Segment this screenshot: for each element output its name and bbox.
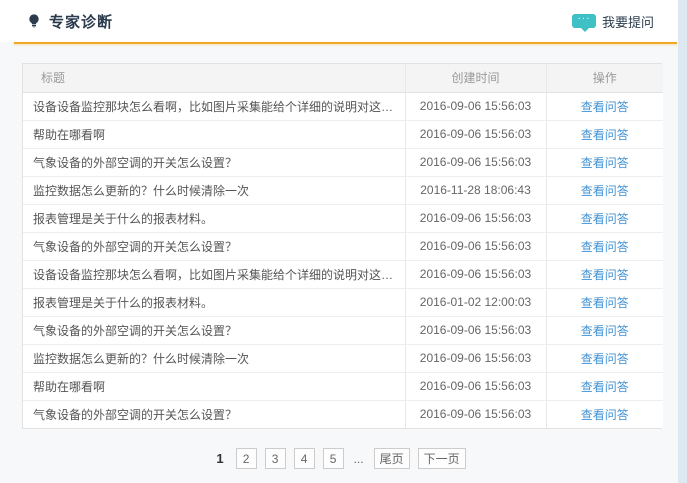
pagination-pages: 2345: [236, 448, 344, 469]
row-title: 设备设备监控那块怎么看啊，比如图片采集能给个详细的说明对这块不是很懂...: [23, 92, 405, 120]
table-row: 设备设备监控那块怎么看啊，比如图片采集能给个详细的说明对这块不是很懂... 20…: [23, 260, 663, 288]
accent-divider: [14, 42, 677, 44]
table-row: 气象设备的外部空调的开关怎么设置？ 2016-09-06 15:56:03 查看…: [23, 148, 663, 176]
table-row: 气象设备的外部空调的开关怎么设置？ 2016-09-06 15:56:03 查看…: [23, 316, 663, 344]
view-qa-link[interactable]: 查看问答: [581, 408, 629, 422]
table-row: 报表管理是关于什么的报表材料。 2016-09-06 15:56:03 查看问答: [23, 204, 663, 232]
pagination-ellipsis: ...: [352, 452, 366, 466]
ask-question-label: 我要提问: [602, 12, 654, 31]
table-body: 设备设备监控那块怎么看啊，比如图片采集能给个详细的说明对这块不是很懂... 20…: [23, 92, 663, 428]
pagination-page-button[interactable]: 5: [323, 448, 344, 469]
row-created-time: 2016-09-06 15:56:03: [405, 120, 546, 148]
lightbulb-icon: [26, 13, 42, 29]
view-qa-link[interactable]: 查看问答: [581, 128, 629, 142]
pagination-page-button[interactable]: 2: [236, 448, 257, 469]
column-header-title: 标题: [23, 64, 405, 92]
row-title: 帮助在哪看啊: [23, 372, 405, 400]
view-qa-link[interactable]: 查看问答: [581, 100, 629, 114]
page-title: 专家诊断: [49, 11, 113, 32]
questions-table: 标题 创建时间 操作 设备设备监控那块怎么看啊，比如图片采集能给个详细的说明对这…: [23, 64, 663, 428]
table-row: 监控数据怎么更新的？什么时候清除一次 2016-11-28 18:06:43 查…: [23, 176, 663, 204]
view-qa-link[interactable]: 查看问答: [581, 212, 629, 226]
row-title: 报表管理是关于什么的报表材料。: [23, 288, 405, 316]
table-header-row: 标题 创建时间 操作: [23, 64, 663, 92]
view-qa-link[interactable]: 查看问答: [581, 380, 629, 394]
table-row: 帮助在哪看啊 2016-09-06 15:56:03 查看问答: [23, 372, 663, 400]
table-row: 监控数据怎么更新的？什么时候清除一次 2016-09-06 15:56:03 查…: [23, 344, 663, 372]
table-row: 报表管理是关于什么的报表材料。 2016-01-02 12:00:03 查看问答: [23, 288, 663, 316]
view-qa-link[interactable]: 查看问答: [581, 184, 629, 198]
column-header-created: 创建时间: [405, 64, 546, 92]
chat-dots: ···: [577, 14, 590, 24]
pagination-current-page: 1: [212, 451, 227, 466]
row-title: 设备设备监控那块怎么看啊，比如图片采集能给个详细的说明对这块不是很懂...: [23, 260, 405, 288]
row-created-time: 2016-09-06 15:56:03: [405, 400, 546, 428]
row-created-time: 2016-09-06 15:56:03: [405, 344, 546, 372]
questions-table-container: 标题 创建时间 操作 设备设备监控那块怎么看啊，比如图片采集能给个详细的说明对这…: [22, 63, 662, 429]
view-qa-link[interactable]: 查看问答: [581, 324, 629, 338]
pagination-page-button[interactable]: 3: [265, 448, 286, 469]
row-created-time: 2016-09-06 15:56:03: [405, 372, 546, 400]
table-row: 气象设备的外部空调的开关怎么设置？ 2016-09-06 15:56:03 查看…: [23, 400, 663, 428]
page-title-group: 专家诊断: [26, 11, 113, 32]
row-title: 报表管理是关于什么的报表材料。: [23, 204, 405, 232]
row-title: 气象设备的外部空调的开关怎么设置？: [23, 148, 405, 176]
row-title: 监控数据怎么更新的？什么时候清除一次: [23, 176, 405, 204]
pagination-last-button[interactable]: 尾页: [374, 448, 410, 469]
top-header: 专家诊断 ··· 我要提问: [0, 0, 678, 42]
row-title: 气象设备的外部空调的开关怎么设置？: [23, 316, 405, 344]
view-qa-link[interactable]: 查看问答: [581, 352, 629, 366]
pagination: 1 2345 ... 尾页 下一页: [0, 448, 678, 469]
pagination-page-button[interactable]: 4: [294, 448, 315, 469]
view-qa-link[interactable]: 查看问答: [581, 240, 629, 254]
row-created-time: 2016-11-28 18:06:43: [405, 176, 546, 204]
column-header-action: 操作: [546, 64, 663, 92]
page: 专家诊断 ··· 我要提问 标题 创建时间 操作 设备设备监控那块怎么看啊，比如…: [0, 0, 687, 483]
row-created-time: 2016-09-06 15:56:03: [405, 232, 546, 260]
view-qa-link[interactable]: 查看问答: [581, 156, 629, 170]
right-edge-strip: [678, 0, 687, 483]
table-row: 气象设备的外部空调的开关怎么设置？ 2016-09-06 15:56:03 查看…: [23, 232, 663, 260]
chat-bubble-icon: ···: [572, 14, 596, 28]
row-created-time: 2016-09-06 15:56:03: [405, 92, 546, 120]
table-row: 设备设备监控那块怎么看啊，比如图片采集能给个详细的说明对这块不是很懂... 20…: [23, 92, 663, 120]
row-title: 气象设备的外部空调的开关怎么设置？: [23, 400, 405, 428]
row-title: 气象设备的外部空调的开关怎么设置？: [23, 232, 405, 260]
row-created-time: 2016-01-02 12:00:03: [405, 288, 546, 316]
view-qa-link[interactable]: 查看问答: [581, 268, 629, 282]
row-created-time: 2016-09-06 15:56:03: [405, 148, 546, 176]
row-title: 监控数据怎么更新的？什么时候清除一次: [23, 344, 405, 372]
pagination-next-button[interactable]: 下一页: [418, 448, 466, 469]
ask-question-button[interactable]: ··· 我要提问: [572, 12, 654, 31]
view-qa-link[interactable]: 查看问答: [581, 296, 629, 310]
row-title: 帮助在哪看啊: [23, 120, 405, 148]
row-created-time: 2016-09-06 15:56:03: [405, 316, 546, 344]
row-created-time: 2016-09-06 15:56:03: [405, 204, 546, 232]
row-created-time: 2016-09-06 15:56:03: [405, 260, 546, 288]
table-row: 帮助在哪看啊 2016-09-06 15:56:03 查看问答: [23, 120, 663, 148]
